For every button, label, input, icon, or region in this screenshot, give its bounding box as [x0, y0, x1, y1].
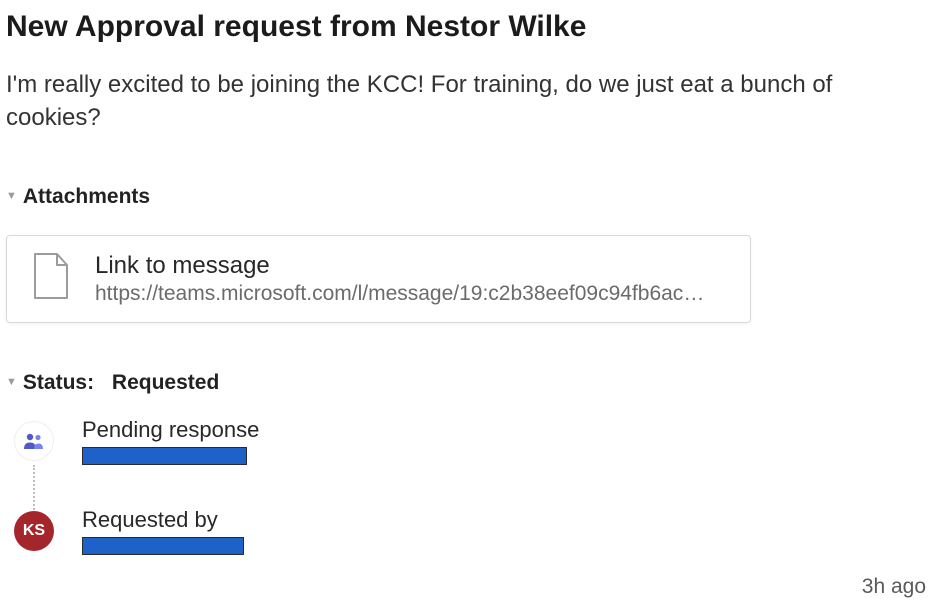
status-header-prefix: Status:: [23, 371, 94, 395]
status-header[interactable]: ▼ Status: Requested: [6, 371, 924, 395]
requested-by-label: Requested by: [82, 507, 244, 533]
pending-response-label: Pending response: [82, 417, 259, 443]
redacted-name: [82, 537, 244, 555]
attachments-header-label: Attachments: [23, 185, 150, 209]
timeline-item-pending: Pending response: [14, 417, 924, 465]
avatar-initials: KS: [23, 522, 45, 540]
timeline-item-requested-by: KS Requested by: [14, 507, 924, 555]
status-value: Requested: [112, 371, 219, 395]
caret-down-icon: ▼: [6, 191, 17, 202]
avatar: KS: [14, 511, 54, 551]
request-body: I'm really excited to be joining the KCC…: [6, 68, 924, 135]
file-icon: [31, 252, 71, 305]
attachments-header[interactable]: ▼ Attachments: [6, 185, 924, 209]
redacted-name: [82, 447, 247, 465]
attachment-title: Link to message: [95, 252, 715, 280]
status-timeline: Pending response KS Requested by: [6, 417, 924, 555]
attachment-url: https://teams.microsoft.com/l/message/19…: [95, 282, 715, 306]
page-title: New Approval request from Nestor Wilke: [6, 8, 924, 46]
attachment-card[interactable]: Link to message https://teams.microsoft.…: [6, 235, 751, 323]
people-icon: [14, 421, 54, 461]
caret-down-icon: ▼: [6, 377, 17, 388]
timestamp: 3h ago: [862, 575, 926, 599]
